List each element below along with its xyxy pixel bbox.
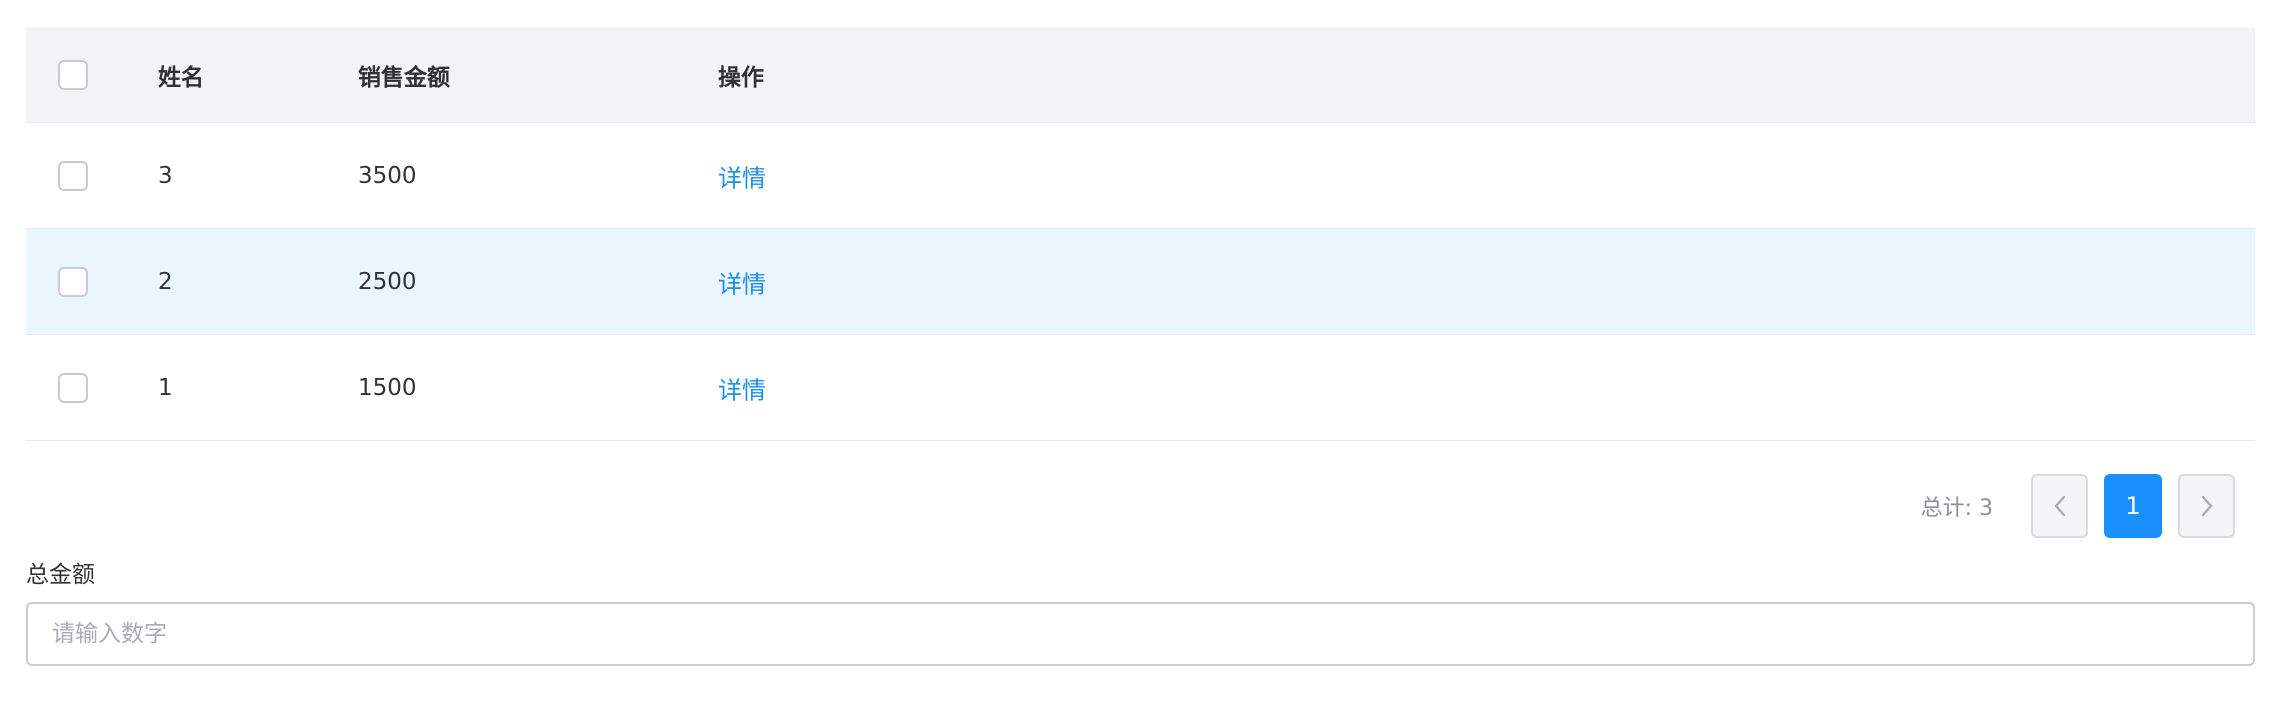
row-amount: 2500	[358, 268, 417, 295]
prev-page-button[interactable]	[2031, 474, 2088, 538]
total-amount-input[interactable]	[26, 602, 2255, 666]
table-row: 3 3500 详情	[26, 123, 2255, 229]
row-select-cell	[58, 160, 88, 191]
row-name: 3	[158, 162, 173, 189]
table-row: 2 2500 详情	[26, 229, 2255, 335]
chevron-left-icon	[2054, 495, 2065, 517]
column-header-amount: 销售金额	[358, 64, 450, 91]
page-1-button[interactable]: 1	[2104, 474, 2162, 538]
row-checkbox[interactable]	[58, 372, 88, 403]
row-amount: 1500	[358, 374, 417, 401]
table-row: 1 1500 详情	[26, 335, 2255, 441]
row-checkbox[interactable]	[58, 266, 88, 297]
column-header-name: 姓名	[158, 64, 204, 91]
chevron-right-icon	[2201, 495, 2212, 517]
pagination: 总计: 3 1	[1921, 474, 2235, 538]
row-amount: 3500	[358, 162, 417, 189]
total-count: 总计: 3	[1920, 496, 1993, 521]
details-link[interactable]: 详情	[718, 158, 766, 193]
row-name: 1	[158, 374, 173, 401]
row-select-cell	[58, 372, 88, 403]
select-all-checkbox[interactable]	[58, 59, 88, 90]
table-header: 姓名 销售金额 操作	[26, 27, 2255, 123]
page: 姓名 销售金额 操作 3 3500 详情 2 2500 详情 1 1500 详情…	[0, 0, 2280, 718]
next-page-button[interactable]	[2178, 474, 2235, 538]
details-link[interactable]: 详情	[718, 370, 766, 405]
row-select-cell	[58, 266, 88, 297]
total-amount-label: 总金额	[26, 562, 95, 588]
column-header-action: 操作	[718, 64, 764, 91]
row-name: 2	[158, 268, 173, 295]
sales-table: 姓名 销售金额 操作 3 3500 详情 2 2500 详情 1 1500 详情	[26, 27, 2255, 441]
select-all-cell	[58, 59, 88, 90]
details-link[interactable]: 详情	[718, 264, 766, 299]
row-checkbox[interactable]	[58, 160, 88, 191]
